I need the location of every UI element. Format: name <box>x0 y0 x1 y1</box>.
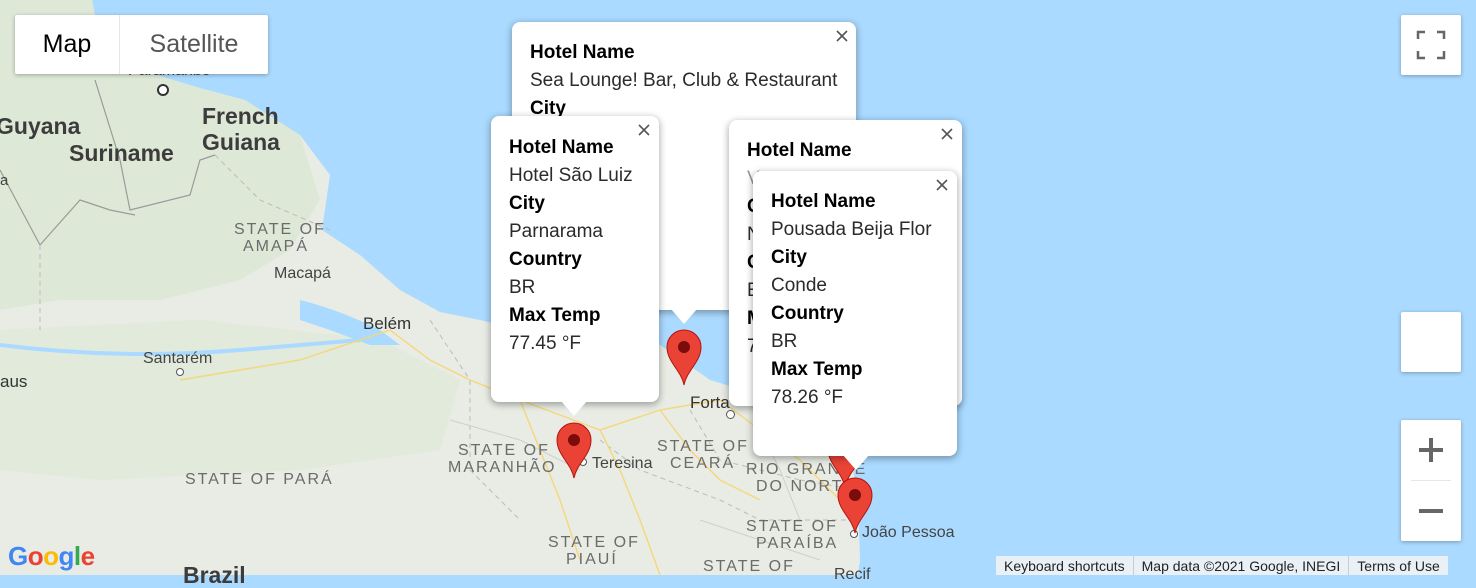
info-window: Hotel Name Hotel São Luiz City Parnarama… <box>491 116 659 402</box>
max-temp-label: Max Temp <box>771 359 863 380</box>
zoom-in-icon <box>1419 438 1443 462</box>
close-icon[interactable] <box>934 177 950 193</box>
city-label: aus <box>0 372 28 391</box>
city-label: Macapá <box>274 265 331 282</box>
hotel-name-label: Hotel Name <box>530 42 635 63</box>
city-label: Forta <box>690 393 730 412</box>
max-temp-value: 77.45 °F <box>509 333 582 354</box>
logo-letter: G <box>8 541 28 571</box>
max-temp-label: Max Temp <box>509 305 601 326</box>
hotel-name-value: Pousada Beija Flor <box>771 219 932 240</box>
country-label: Country <box>771 303 844 324</box>
map-type-map-button[interactable]: Map <box>15 15 119 74</box>
fullscreen-icon <box>1416 30 1446 60</box>
logo-letter: e <box>80 541 95 571</box>
street-view-button[interactable] <box>1401 312 1461 372</box>
info-window-tail <box>561 401 587 416</box>
max-temp-value: 78.26 °F <box>771 387 844 408</box>
info-window: Hotel Name Pousada Beija Flor City Conde… <box>753 171 957 456</box>
map-type-satellite-button[interactable]: Satellite <box>119 15 268 74</box>
google-logo[interactable]: Google <box>8 541 95 572</box>
state-label: STATE OF <box>746 518 838 535</box>
zoom-out-icon <box>1419 509 1443 513</box>
country-label: Country <box>509 249 582 270</box>
close-icon[interactable] <box>939 126 955 142</box>
country-value: BR <box>509 277 536 298</box>
info-window-tail <box>671 309 697 324</box>
state-label: STATE OF <box>548 534 640 551</box>
country-label: Brazil <box>183 562 246 588</box>
logo-letter: g <box>58 541 75 571</box>
capital-dot <box>157 84 169 96</box>
state-label: STATE OF <box>458 442 550 459</box>
map-footer: Keyboard shortcuts Map data ©2021 Google… <box>996 556 1448 575</box>
state-label: PARAÍBA <box>756 535 839 552</box>
keyboard-shortcuts-link[interactable]: Keyboard shortcuts <box>996 556 1133 575</box>
state-label: CEARÁ <box>670 455 736 472</box>
map-type-control: Map Satellite <box>15 15 268 74</box>
logo-letter: l <box>73 541 81 571</box>
fullscreen-button[interactable] <box>1401 15 1461 75</box>
edge-label: a <box>0 172 9 189</box>
country-value: BR <box>771 331 798 352</box>
city-value: Conde <box>771 275 827 296</box>
map-data-attribution: Map data ©2021 Google, INEGI <box>1132 556 1349 575</box>
state-label: PIAUÍ <box>566 551 618 568</box>
country-label: Guyana <box>0 113 81 139</box>
hotel-name-label: Hotel Name <box>771 191 876 212</box>
hotel-name-label: Hotel Name <box>747 140 852 161</box>
city-label: City <box>509 193 545 214</box>
city-dot <box>176 368 184 376</box>
terms-of-use-link[interactable]: Terms of Use <box>1348 556 1447 575</box>
map-pin-icon[interactable] <box>555 421 593 479</box>
hotel-name-value: Sea Lounge! Bar, Club & Restaurant <box>530 70 838 91</box>
city-label: City <box>771 247 807 268</box>
state-label: MARANHÃO <box>448 459 557 476</box>
country-label: Guiana <box>202 129 280 155</box>
city-label: Teresina <box>592 455 653 472</box>
close-icon[interactable] <box>636 122 652 138</box>
info-window-tail <box>843 455 869 470</box>
state-label: AMAPÁ <box>243 238 310 255</box>
state-label: STATE OF <box>234 221 326 238</box>
country-label: Suriname <box>69 140 174 166</box>
state-label: STATE OF <box>657 438 749 455</box>
map-pin-icon[interactable] <box>665 328 703 386</box>
hotel-name-label: Hotel Name <box>509 137 614 158</box>
city-label: Belém <box>363 314 412 333</box>
city-label: João Pessoa <box>862 524 955 541</box>
logo-letter: o <box>43 541 59 571</box>
zoom-out-button[interactable] <box>1401 481 1461 541</box>
city-label: Santarém <box>143 350 213 367</box>
city-value: Parnarama <box>509 221 603 242</box>
state-label: STATE OF <box>703 558 795 575</box>
zoom-in-button[interactable] <box>1401 420 1461 480</box>
logo-letter: o <box>27 541 44 571</box>
city-label: Recif <box>834 566 871 583</box>
hotel-name-value: Hotel São Luiz <box>509 165 633 186</box>
state-label: STATE OF PARÁ <box>185 471 334 488</box>
country-label: French <box>202 103 279 129</box>
zoom-control <box>1401 420 1461 541</box>
map-pin-icon[interactable] <box>836 476 874 534</box>
close-icon[interactable] <box>834 28 850 44</box>
city-dot <box>726 410 735 419</box>
